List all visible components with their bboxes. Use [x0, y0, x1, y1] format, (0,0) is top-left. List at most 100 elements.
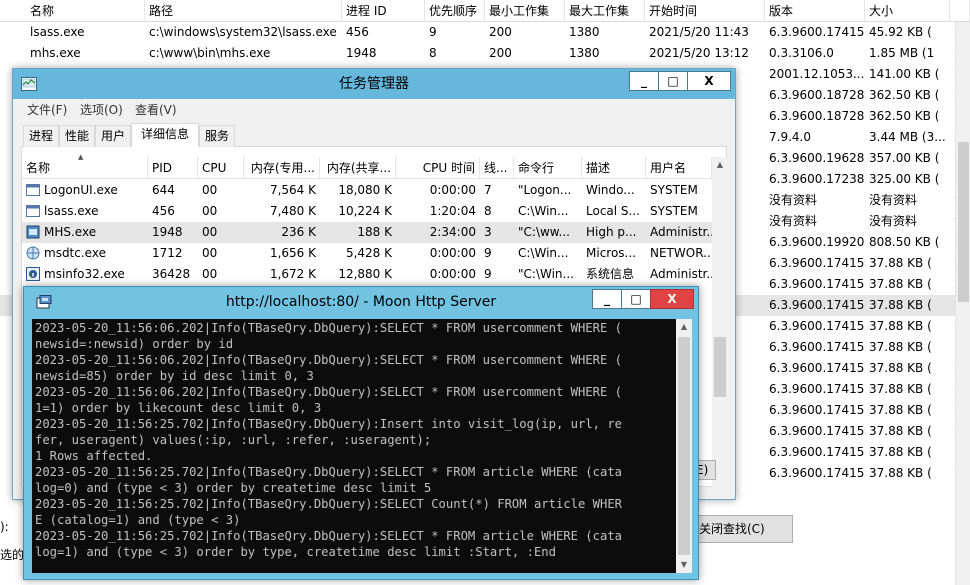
- find-label-fragment: ):: [0, 520, 9, 534]
- explorer-cell: 没有资料: [769, 193, 818, 207]
- details-column-name[interactable]: 名称: [22, 157, 148, 179]
- maximize-button[interactable]: □: [621, 289, 651, 309]
- explorer-column-header[interactable]: 版本: [765, 0, 865, 22]
- details-cell-mem_shared: 10,224 K: [338, 204, 392, 218]
- close-button[interactable]: X: [687, 71, 731, 91]
- details-cell-user: Administr...: [650, 267, 712, 281]
- explorer-cell: 6.3.9600.17238: [769, 172, 865, 186]
- details-row[interactable]: msinfo32.exe 36428 00 1,672 K 12,880 K 0:00:0…: [22, 264, 712, 285]
- explorer-cell: mhs.exe: [30, 46, 81, 60]
- details-column-mem_shared[interactable]: 内存(共享...: [320, 157, 396, 179]
- details-column-cmd[interactable]: 命令行: [514, 157, 582, 179]
- scroll-up-arrow-icon[interactable]: ▲: [676, 319, 692, 335]
- explorer-cell: 6.3.9600.17415: [769, 277, 865, 291]
- end-task-button[interactable]: E): [696, 460, 716, 480]
- details-column-user[interactable]: 用户名: [646, 157, 712, 179]
- explorer-column-header[interactable]: 进程 ID: [342, 0, 425, 22]
- minimize-button[interactable]: _: [592, 289, 622, 309]
- details-cell-threads: 3: [484, 225, 492, 239]
- console-log-line: E (catalog=1) and (type < 3): [35, 513, 241, 527]
- task-manager-titlebar[interactable]: 任务管理器 _ □ X: [13, 69, 735, 99]
- details-column-cpu[interactable]: CPU: [198, 157, 244, 179]
- details-cell-mem_shared: 18,080 K: [338, 183, 392, 197]
- explorer-column-header[interactable]: 开始时间: [645, 0, 765, 22]
- explorer-cell: 6.3.9600.17415: [769, 361, 865, 375]
- console-log-line: newsid=85) order by id desc limit 0, 3: [35, 369, 314, 383]
- explorer-column-header[interactable]: 最小工作集: [485, 0, 565, 22]
- sort-ascending-icon: ▲: [78, 153, 84, 161]
- scrollbar-thumb[interactable]: [714, 337, 726, 397]
- explorer-row[interactable]: mhs.exe c:\www\bin\mhs.exe 1948 8 200 1380 202…: [0, 43, 970, 64]
- details-column-pid[interactable]: PID: [148, 157, 198, 179]
- explorer-cell: 6.3.9600.17415: [769, 403, 865, 417]
- process-list-scrollbar[interactable]: [955, 22, 970, 585]
- details-cell-desc: High p...: [586, 225, 637, 239]
- explorer-column-header[interactable]: 大小: [865, 0, 950, 22]
- details-cell-pid: 456: [152, 204, 175, 218]
- details-cell-user: Administr...: [650, 225, 712, 239]
- console-scrollbar[interactable]: ▲ ▼: [676, 319, 692, 573]
- close-button[interactable]: X: [650, 289, 694, 309]
- explorer-cell: 没有资料: [869, 193, 918, 207]
- menu-view[interactable]: 查看(V): [135, 99, 177, 121]
- explorer-cell: 37.88 KB (: [869, 319, 932, 333]
- details-cell-cpu_time: 1:20:04: [429, 204, 476, 218]
- console-log-text: 2023-05-20_11:56:06.202|Info(TBaseQry.Db…: [35, 320, 675, 560]
- explorer-cell: 6.3.9600.17415: [769, 466, 865, 480]
- explorer-cell: 6.3.9600.19920: [769, 235, 865, 249]
- console-titlebar[interactable]: http://localhost:80/ - Moon Http Server …: [24, 287, 698, 317]
- details-row[interactable]: MHS.exe 1948 00 236 K 188 K 2:34:00 3 "C:\ww...…: [22, 222, 712, 243]
- tab-performance[interactable]: 性能: [59, 125, 95, 147]
- details-column-cpu_time[interactable]: CPU 时间: [396, 157, 480, 179]
- details-cell-cpu: 00: [202, 183, 218, 197]
- minimize-button[interactable]: _: [629, 71, 659, 91]
- tab-details[interactable]: 详细信息: [131, 123, 199, 148]
- process-name: MHS.exe: [44, 225, 97, 239]
- explorer-cell: 200: [489, 25, 512, 39]
- console-output[interactable]: 2023-05-20_11:56:06.202|Info(TBaseQry.Db…: [32, 319, 684, 573]
- scrollbar-thumb[interactable]: [678, 337, 690, 555]
- explorer-cell: 37.88 KB (: [869, 256, 932, 270]
- explorer-cell: c:\windows\system32\lsass.exe: [149, 25, 337, 39]
- tab-processes[interactable]: 进程: [23, 125, 59, 147]
- console-log-line: 2023-05-20_11:56:06.202|Info(TBaseQry.Db…: [35, 385, 622, 399]
- explorer-column-header[interactable]: [950, 0, 970, 22]
- explorer-cell: 6.3.9600.17415: [769, 382, 865, 396]
- details-column-mem_private[interactable]: 内存(专用...: [244, 157, 320, 179]
- details-cell-mem_private: 1,672 K: [269, 267, 316, 281]
- close-find-button[interactable]: 关闭查找(C): [697, 515, 793, 543]
- details-cell-cpu: 00: [202, 225, 218, 239]
- details-cell-threads: 7: [484, 183, 492, 197]
- tab-users[interactable]: 用户: [95, 125, 131, 147]
- details-column-desc[interactable]: 描述: [582, 157, 646, 179]
- tab-services[interactable]: 服务: [199, 125, 235, 147]
- details-scrollbar[interactable]: ▲: [712, 157, 728, 487]
- explorer-row[interactable]: lsass.exe c:\windows\system32\lsass.exe 45…: [0, 22, 970, 43]
- details-cell-name: msdtc.exe: [22, 243, 148, 264]
- scroll-down-arrow-icon[interactable]: ▼: [676, 557, 692, 573]
- maximize-button[interactable]: □: [658, 71, 688, 91]
- explorer-cell: 1380: [569, 25, 600, 39]
- details-cell-cmd: C:\Win...: [518, 246, 569, 260]
- details-cell-desc: Windo...: [586, 183, 635, 197]
- explorer-cell: 808.50 KB (: [869, 235, 940, 249]
- details-column-threads[interactable]: 线...: [480, 157, 514, 179]
- explorer-cell: 6.3.9600.17415: [769, 25, 865, 39]
- explorer-cell: 1380: [569, 46, 600, 60]
- details-cell-desc: Micros...: [586, 246, 636, 260]
- details-row[interactable]: LogonUI.exe 644 00 7,564 K 18,080 K 0:00:00 7 "…: [22, 180, 712, 201]
- details-row[interactable]: msdtc.exe 1712 00 1,656 K 5,428 K 0:00:00 9 C:\…: [22, 243, 712, 264]
- explorer-column-header[interactable]: 名称: [26, 0, 145, 22]
- details-row[interactable]: lsass.exe 456 00 7,480 K 10,224 K 1:20:04 8 C:\…: [22, 201, 712, 222]
- explorer-column-header[interactable]: 最大工作集: [565, 0, 645, 22]
- menu-options[interactable]: 选项(O): [80, 99, 123, 121]
- scroll-up-arrow-icon[interactable]: ▲: [712, 157, 728, 173]
- menu-file[interactable]: 文件(F): [27, 99, 67, 121]
- explorer-cell: 没有资料: [869, 214, 918, 228]
- details-cell-name: MHS.exe: [22, 222, 148, 243]
- explorer-column-header[interactable]: 路径: [145, 0, 342, 22]
- details-column-header: 名称 PID CPU 内存(专用... 内存(共享... CPU 时间 线... 命令行 描述用…: [22, 153, 712, 179]
- explorer-cell: 141.00 KB (: [869, 67, 940, 81]
- scrollbar-thumb[interactable]: [958, 142, 969, 302]
- explorer-column-header[interactable]: 优先顺序: [425, 0, 485, 22]
